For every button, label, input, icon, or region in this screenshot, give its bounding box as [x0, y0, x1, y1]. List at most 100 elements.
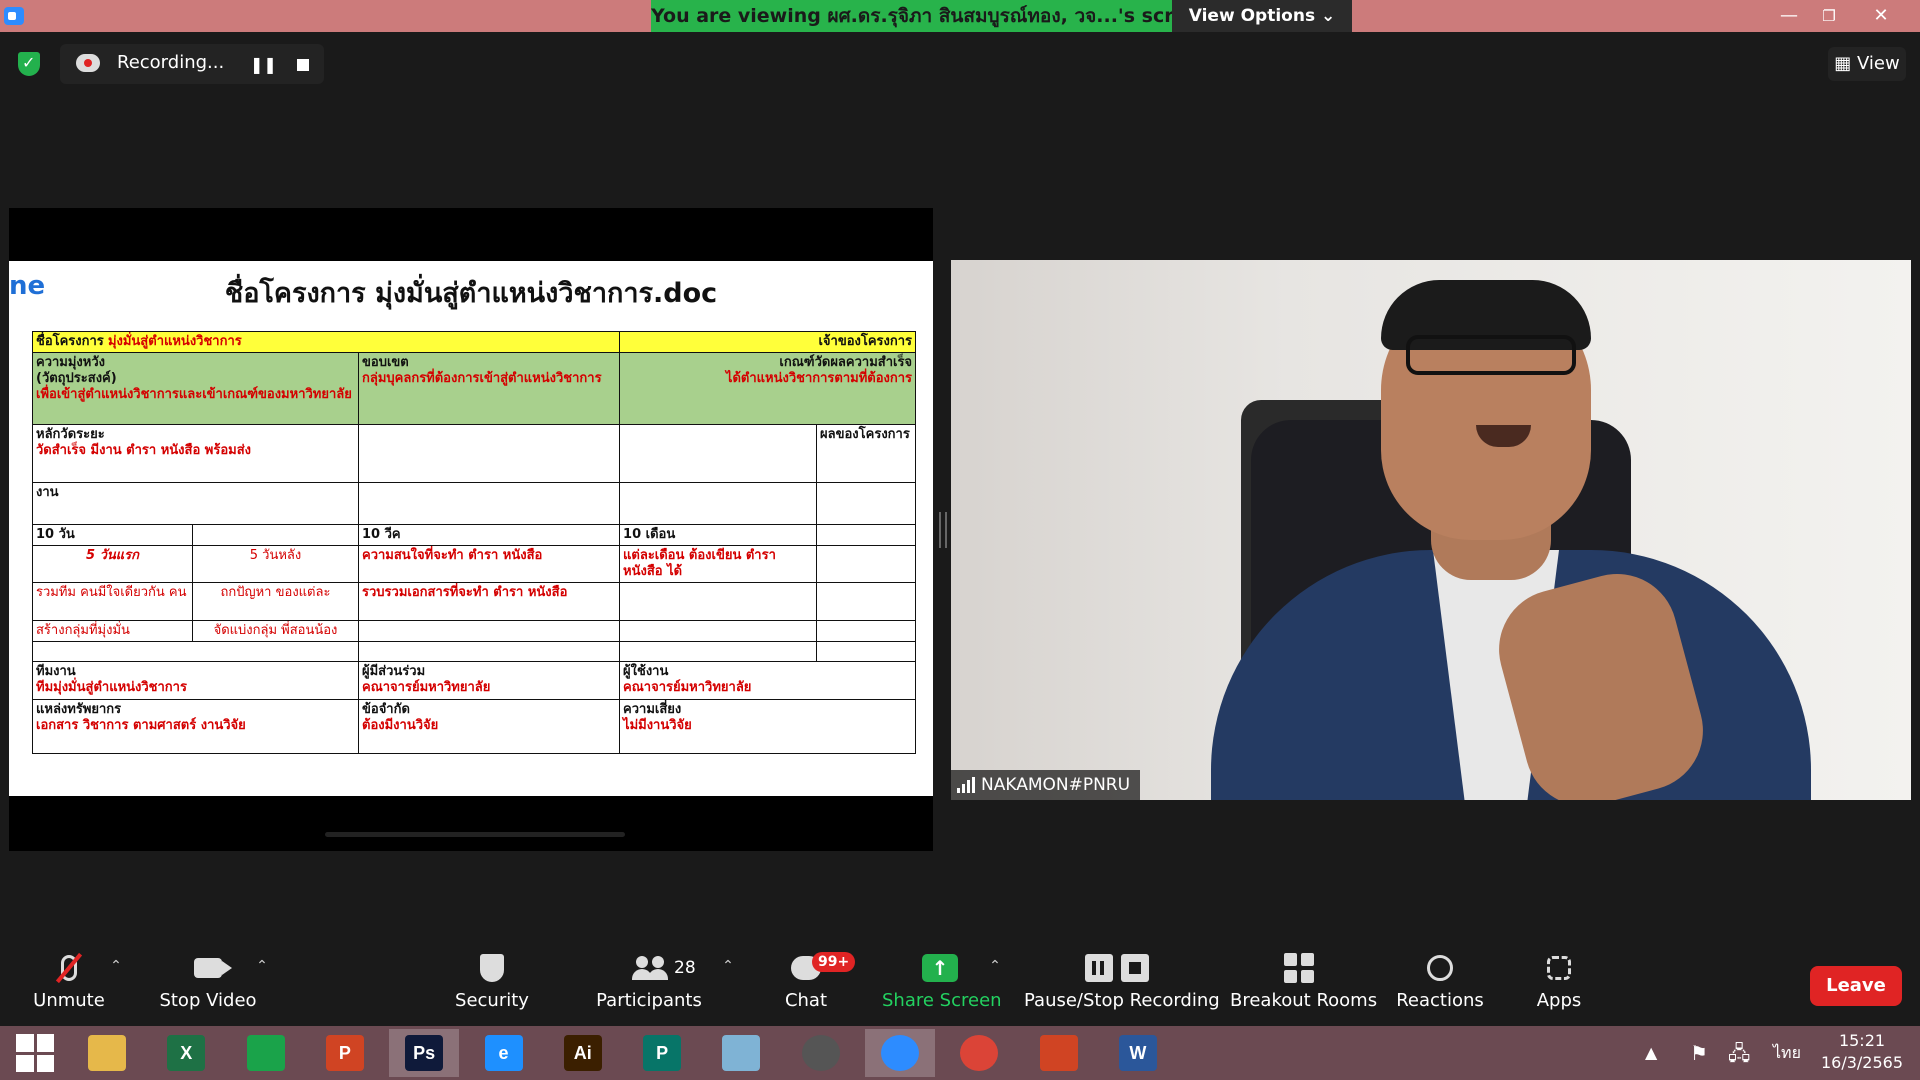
pause-stop-recording-label: Pause/Stop Recording	[1024, 990, 1220, 1011]
taskbar-notepad[interactable]	[706, 1029, 776, 1077]
user-cell: ผู้ใช้งาน คณาจารย์มหาวิทยาลัย	[619, 661, 917, 700]
split-group-cell: จัดแบ่งกลุ่ม พี่สอนน้อง	[192, 620, 359, 642]
pause-stop-recording-button[interactable]: Pause/Stop Recording	[1024, 946, 1220, 1026]
taskbar-zoom[interactable]	[865, 1029, 935, 1077]
grid-icon: ▦	[1834, 53, 1852, 74]
limit-cell: ข้อจำกัด ต้องมีงานวิจัย	[357, 699, 621, 754]
split-view-divider[interactable]	[939, 512, 947, 548]
taskbar-photoscape[interactable]	[786, 1029, 856, 1077]
ten-weeks-cell: 10 วีค	[357, 524, 621, 546]
participants-count: 28	[674, 958, 696, 978]
excel-icon: X	[167, 1035, 206, 1071]
share-screen-arrow-icon: ↑	[922, 954, 958, 982]
taskbar-file-explorer[interactable]	[72, 1029, 142, 1077]
table-row: ชื่อโครงการ มุ่งมั่นสู่ตำแหน่งวิชาการ เจ…	[31, 331, 917, 353]
security-shield-icon	[480, 954, 504, 982]
leave-button[interactable]: Leave	[1810, 966, 1902, 1006]
video-camera-icon	[194, 958, 232, 978]
store-icon	[246, 1035, 285, 1071]
build-group-cell: สร้างกลุ่มที่มุ่งมั่น	[32, 620, 193, 642]
title-bar: You are viewing ผศ.ดร.รุจิภา สินสมบูรณ์ท…	[0, 0, 1920, 32]
chat-button[interactable]: 99+ Chat	[776, 946, 856, 1026]
action-center-flag-icon[interactable]: ⚑	[1690, 1026, 1708, 1080]
viewing-banner: You are viewing ผศ.ดร.รุจิภา สินสมบูรณ์ท…	[651, 0, 1172, 32]
breakout-rooms-label: Breakout Rooms	[1230, 990, 1378, 1011]
reactions-button[interactable]: Reactions	[1396, 946, 1484, 1026]
signal-strength-icon	[957, 777, 975, 793]
taskbar-store[interactable]	[231, 1029, 301, 1077]
clock-date: 16/3/2565	[1820, 1053, 1904, 1072]
taskbar-illustrator[interactable]: Ai	[548, 1029, 618, 1077]
unmute-button[interactable]: Unmute	[22, 946, 116, 1026]
resource-cell: แหล่งทรัพยากร เอกสาร วิชาการ ตามศาสตร์ งา…	[32, 699, 359, 754]
cloud-recording-icon	[76, 54, 100, 72]
taskbar-ppt-slideshow[interactable]	[1024, 1029, 1094, 1077]
taskbar-powerpoint[interactable]: P	[310, 1029, 380, 1077]
problem-cell: ถกปัญหา ของแต่ละ	[192, 582, 359, 621]
monthly-goal-cell: แต่ละเดือน ต้องเขียน ตำรา หนังสือ ได้	[619, 545, 818, 583]
photoscape-icon	[801, 1035, 840, 1071]
work-cell: งาน	[32, 482, 359, 525]
share-options-chevron-icon[interactable]: ⌃	[985, 958, 1005, 974]
audio-options-chevron-icon[interactable]: ⌃	[106, 958, 126, 974]
apps-button[interactable]: Apps	[1532, 946, 1586, 1026]
stop-video-label: Stop Video	[159, 990, 257, 1011]
windows-taskbar: X P Ps e Ai P W ▲ ⚑ 🖧 ไทย 15:21 16/3/2565	[0, 1026, 1920, 1080]
chat-label: Chat	[784, 990, 828, 1011]
taskbar-internet-explorer[interactable]: e	[469, 1029, 539, 1077]
chrome-icon	[960, 1035, 999, 1071]
risk-cell: ความเสี่ยง ไม่มีงานวิจัย	[619, 699, 917, 754]
internet-explorer-icon: e	[484, 1035, 523, 1071]
video-options-chevron-icon[interactable]: ⌃	[252, 958, 272, 974]
taskbar-photoshop[interactable]: Ps	[389, 1029, 460, 1077]
close-icon[interactable]: ✕	[1858, 0, 1904, 32]
taskbar-clock[interactable]: 15:21 16/3/2565	[1812, 1030, 1912, 1074]
share-screen-button[interactable]: ↑ Share Screen	[882, 946, 1002, 1026]
participant-video-tile[interactable]: NAKAMON#PNRU	[951, 260, 1911, 800]
taskbar-excel[interactable]: X	[151, 1029, 221, 1077]
participants-button[interactable]: 28 Participants	[594, 946, 704, 1026]
table-row: 10 วัน 10 วีค 10 เดือน	[32, 524, 917, 546]
stop-video-button[interactable]: Stop Video	[156, 946, 260, 1026]
table-row: 5 วันแรก 5 วันหลัง ความสนใจที่จะทำ ตำรา …	[32, 545, 917, 583]
taskbar-word[interactable]: W	[1103, 1029, 1173, 1077]
table-row: งาน	[32, 482, 917, 525]
breakout-rooms-button[interactable]: Breakout Rooms	[1230, 946, 1378, 1026]
apps-label: Apps	[1536, 990, 1582, 1011]
project-owner-cell: เจ้าของโครงการ	[619, 331, 917, 353]
participants-options-chevron-icon[interactable]: ⌃	[718, 958, 738, 974]
view-options-button[interactable]: View Options ⌄	[1172, 0, 1352, 32]
file-explorer-icon	[88, 1035, 126, 1071]
ppt-slideshow-icon	[1039, 1035, 1078, 1071]
criteria-cell: เกณฑ์วัดผลความสำเร็จ ได้ตำแหน่งวิชาการตาม…	[619, 352, 917, 425]
restore-icon[interactable]: ❐	[1806, 0, 1852, 32]
recording-indicator: Recording... ❚❚	[60, 44, 324, 84]
language-indicator[interactable]: ไทย	[1773, 1026, 1801, 1080]
encryption-shield-icon[interactable]	[18, 52, 40, 76]
table-row: รวมทีม คนมีใจเดียวกัน คน ถกปัญหา ของแต่ล…	[32, 582, 917, 621]
stop-recording-icon[interactable]	[290, 52, 316, 78]
network-icon[interactable]: 🖧	[1728, 1026, 1750, 1080]
show-hidden-icons-chevron-icon[interactable]: ▲	[1645, 1026, 1657, 1080]
shared-document: ne ชื่อโครงการ มุ่งมั่นสู่ตำแหน่งวิชาการ…	[9, 261, 933, 837]
document-title: ชื่อโครงการ มุ่งมั่นสู่ตำแหน่งวิชาการ.do…	[224, 278, 718, 309]
recording-label: Recording...	[117, 52, 225, 73]
zoom-app-icon	[4, 7, 24, 25]
horizontal-scrollbar[interactable]	[325, 832, 625, 837]
pause-recording-icon[interactable]: ❚❚	[250, 52, 277, 78]
word-icon: W	[1118, 1035, 1157, 1071]
breakout-rooms-icon	[1284, 953, 1314, 983]
taskbar-publisher[interactable]: P	[627, 1029, 697, 1077]
unmute-label: Unmute	[33, 990, 105, 1011]
start-button[interactable]	[0, 1029, 70, 1077]
view-layout-button[interactable]: ▦ View	[1828, 47, 1906, 81]
security-button[interactable]: Security	[447, 946, 537, 1026]
table-row: หลักวัดระยะ วัดสำเร็จ มีงาน ตำรา หนังสือ …	[32, 424, 917, 483]
project-name-cell: ชื่อโครงการ มุ่งมั่นสู่ตำแหน่งวิชาการ	[31, 331, 621, 353]
ten-days-cell: 10 วัน	[32, 524, 193, 546]
powerpoint-icon: P	[325, 1035, 364, 1071]
taskbar-chrome[interactable]	[944, 1029, 1014, 1077]
shared-screen: ne ชื่อโครงการ มุ่งมั่นสู่ตำแหน่งวิชาการ…	[9, 208, 933, 851]
illustrator-icon: Ai	[563, 1035, 602, 1071]
first-five-days-cell: 5 วันแรก	[32, 545, 193, 583]
